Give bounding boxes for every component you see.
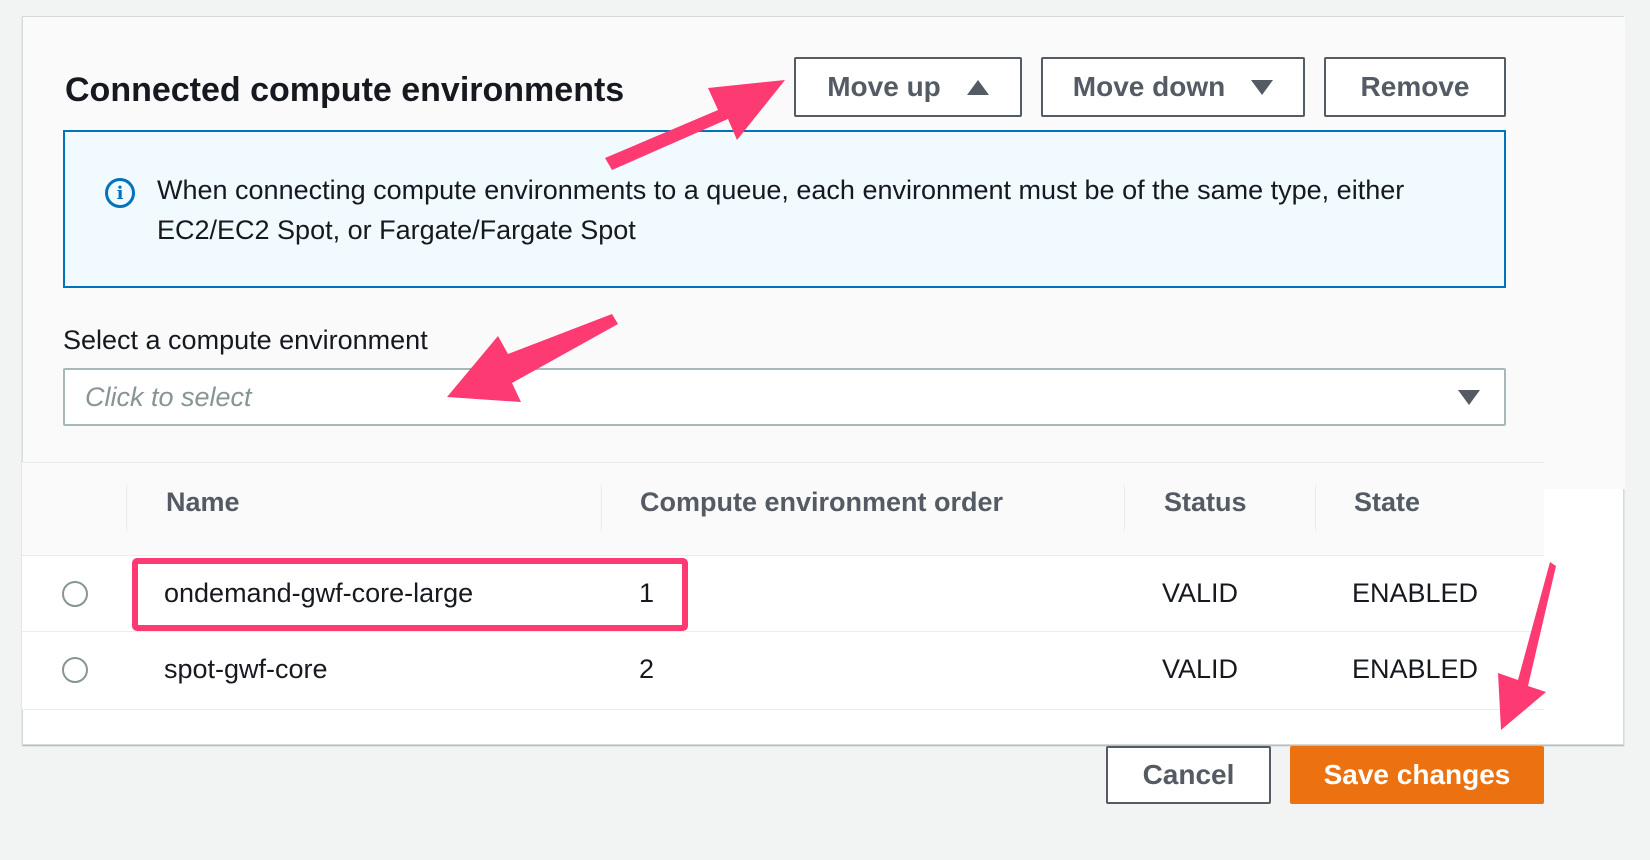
info-icon: i (105, 178, 135, 208)
row-state: ENABLED (1352, 654, 1479, 684)
info-alert-text: When connecting compute environments to … (157, 175, 1405, 245)
column-header-name: Name (166, 487, 240, 517)
column-header-status: Status (1164, 487, 1247, 517)
row-status: VALID (1162, 654, 1239, 684)
cancel-button[interactable]: Cancel (1106, 746, 1271, 804)
compute-environment-select[interactable]: Click to select (63, 368, 1506, 426)
column-divider (601, 485, 602, 531)
caret-up-icon (966, 79, 989, 95)
row-name: ondemand-gwf-core-large (164, 578, 474, 608)
move-up-button[interactable]: Move up (794, 57, 1022, 117)
select-label: Select a compute environment (63, 325, 428, 355)
row-order: 2 (639, 654, 655, 684)
row-radio-button[interactable] (62, 581, 88, 607)
remove-label: Remove (1360, 71, 1470, 102)
caret-down-icon (1251, 79, 1274, 95)
row-order: 1 (639, 578, 655, 608)
section-title: Connected compute environments (65, 71, 625, 109)
move-down-label: Move down (1072, 71, 1226, 102)
panel-top-section: Connected compute environments Move up M… (23, 17, 1625, 489)
row-state: ENABLED (1352, 578, 1479, 608)
move-down-button[interactable]: Move down (1041, 57, 1305, 117)
column-header-state: State (1354, 487, 1421, 517)
table-header: Name Compute environment order Status St… (22, 462, 1544, 556)
table-row[interactable]: spot-gwf-core 2 VALID ENABLED (22, 632, 1544, 710)
save-changes-button[interactable]: Save changes (1290, 746, 1544, 804)
chevron-down-icon (1458, 390, 1480, 405)
row-name: spot-gwf-core (164, 654, 328, 684)
row-radio-button[interactable] (62, 657, 88, 683)
column-divider (1124, 485, 1125, 531)
info-alert: i When connecting compute environments t… (63, 130, 1506, 288)
column-divider (1315, 485, 1316, 531)
table-row[interactable]: ondemand-gwf-core-large 1 VALID ENABLED (22, 556, 1544, 632)
select-placeholder: Click to select (85, 382, 252, 412)
column-divider (126, 485, 127, 531)
row-status: VALID (1162, 578, 1239, 608)
remove-button[interactable]: Remove (1324, 57, 1506, 117)
column-header-order: Compute environment order (640, 487, 1004, 517)
move-up-label: Move up (827, 71, 941, 102)
